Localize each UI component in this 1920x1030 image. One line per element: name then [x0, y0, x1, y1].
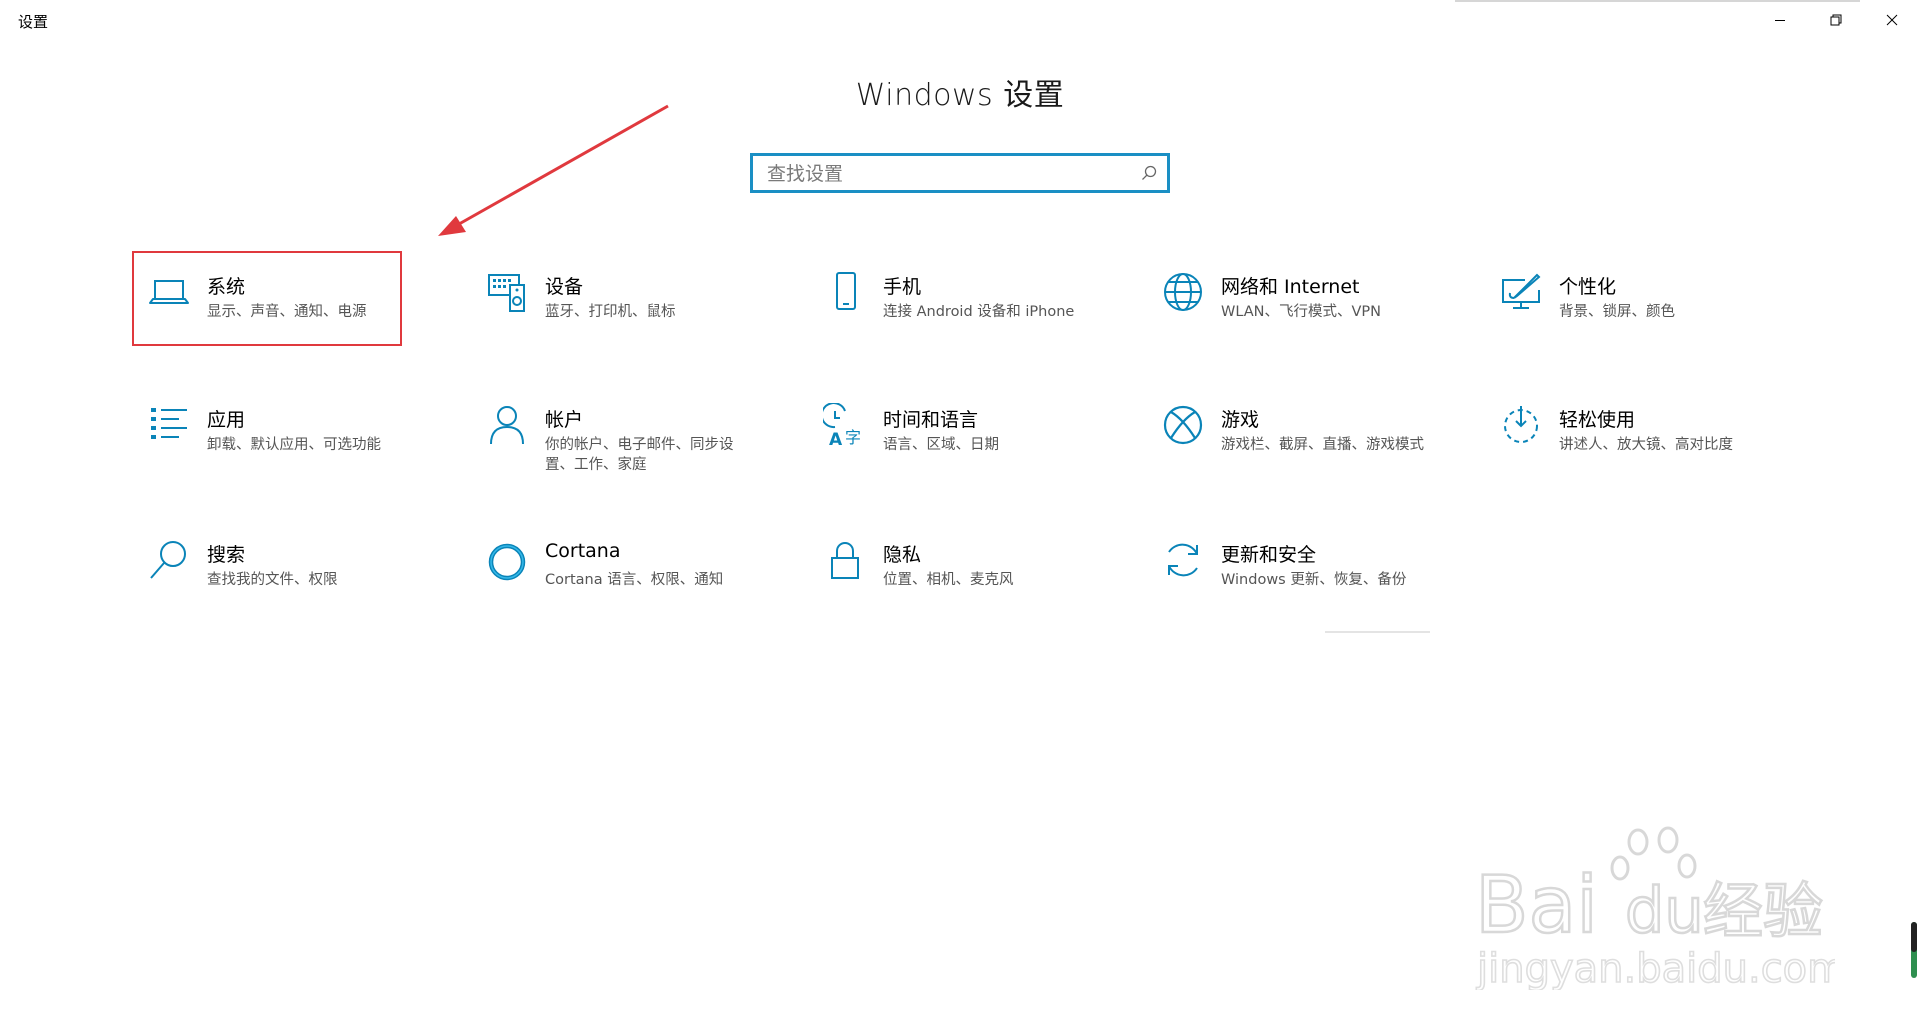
search-icon: [1142, 165, 1157, 180]
tile-title: 个性化: [1559, 276, 1617, 298]
tile-devices[interactable]: 设备 蓝牙、打印机、鼠标: [473, 270, 773, 360]
tile-search[interactable]: 搜索 查找我的文件、权限: [135, 538, 435, 628]
restore-button[interactable]: [1808, 0, 1864, 40]
tile-title: 帐户: [545, 409, 584, 431]
search-icon: [147, 538, 191, 582]
tile-desc: 查找我的文件、权限: [207, 572, 338, 588]
window-title: 设置: [18, 13, 49, 31]
tile-phone[interactable]: 手机 连接 Android 设备和 iPhone: [811, 270, 1111, 360]
highlight-box: [132, 251, 402, 346]
tile-title: 更新和安全: [1221, 544, 1317, 566]
globe-icon: [1161, 270, 1205, 314]
tile-desc: 你的帐户、电子邮件、同步设置、工作、家庭: [545, 437, 734, 473]
tile-apps[interactable]: 应用 卸载、默认应用、可选功能: [135, 403, 435, 493]
tile-personalization[interactable]: 个性化 背景、锁屏、颜色: [1487, 270, 1787, 360]
search-input[interactable]: [765, 159, 1129, 189]
svg-text:Bai: Bai: [1475, 861, 1598, 951]
tile-desc: 连接 Android 设备和 iPhone: [883, 304, 1075, 320]
person-icon: [485, 403, 529, 447]
scrollbar-thumb-top: [1911, 922, 1917, 952]
page-title: Windows 设置: [855, 78, 1065, 113]
tile-title: 时间和语言: [883, 409, 979, 431]
svg-text:jingyan.baidu.com: jingyan.baidu.com: [1476, 946, 1835, 990]
tile-desc: 蓝牙、打印机、鼠标: [545, 304, 676, 320]
tile-title: 隐私: [883, 544, 922, 566]
restore-icon: [1830, 14, 1842, 26]
tile-title: 搜索: [207, 544, 246, 566]
tile-title: 轻松使用: [1559, 409, 1636, 431]
tile-accounts[interactable]: 帐户 你的帐户、电子邮件、同步设置、工作、家庭: [473, 403, 773, 493]
title-bar: 设置: [0, 0, 1920, 40]
tile-title: Cortana: [545, 540, 621, 562]
tile-desc: WLAN、飞行模式、VPN: [1221, 304, 1382, 320]
tile-desc: 背景、锁屏、颜色: [1559, 304, 1675, 320]
update-icon: [1161, 538, 1205, 582]
paint-monitor-icon: [1499, 270, 1543, 314]
tile-title: 网络和 Internet: [1221, 276, 1360, 298]
tile-desc: 语言、区域、日期: [883, 437, 999, 453]
baidu-jingyan-watermark: Bai du 经验 jingyan.baidu.com: [1475, 826, 1835, 990]
tile-title: 游戏: [1221, 409, 1260, 431]
lock-icon: [823, 538, 867, 582]
tile-title: 手机: [883, 276, 922, 298]
keyboard-speaker-icon: [485, 270, 529, 314]
time-language-icon: A字: [823, 403, 867, 447]
tile-desc: 卸载、默认应用、可选功能: [207, 437, 381, 453]
apps-list-icon: [147, 403, 191, 447]
svg-text:A: A: [829, 430, 843, 447]
close-icon: [1886, 14, 1898, 26]
tile-title: 设备: [545, 276, 584, 298]
svg-text:经验: 经验: [1703, 877, 1823, 947]
tile-update-security[interactable]: 更新和安全 Windows 更新、恢复、备份: [1149, 538, 1449, 628]
divider-line: [1325, 631, 1430, 633]
svg-text:字: 字: [845, 428, 861, 447]
tile-network[interactable]: 网络和 Internet WLAN、飞行模式、VPN: [1149, 270, 1449, 360]
tile-cortana[interactable]: Cortana Cortana 语言、权限、通知: [473, 538, 773, 628]
tile-time-language[interactable]: A字 时间和语言 语言、区域、日期: [811, 403, 1111, 493]
tile-desc: 位置、相机、麦克风: [883, 572, 1014, 588]
svg-text:du: du: [1625, 874, 1704, 947]
close-button[interactable]: [1864, 0, 1920, 40]
ease-of-access-icon: [1499, 403, 1543, 447]
minimize-button[interactable]: [1752, 0, 1808, 40]
phone-icon: [823, 270, 867, 314]
tile-ease-of-access[interactable]: 轻松使用 讲述人、放大镜、高对比度: [1487, 403, 1787, 493]
tile-privacy[interactable]: 隐私 位置、相机、麦克风: [811, 538, 1111, 628]
minimize-icon: [1775, 20, 1785, 21]
search-box[interactable]: [750, 153, 1170, 193]
tile-desc: Windows 更新、恢复、备份: [1221, 572, 1407, 588]
tile-desc: 讲述人、放大镜、高对比度: [1559, 437, 1733, 453]
tile-title: 应用: [207, 409, 246, 431]
xbox-icon: [1161, 403, 1205, 447]
cortana-icon: [485, 538, 529, 582]
tile-desc: 游戏栏、截屏、直播、游戏模式: [1221, 437, 1424, 453]
tile-gaming[interactable]: 游戏 游戏栏、截屏、直播、游戏模式: [1149, 403, 1449, 493]
tile-desc: Cortana 语言、权限、通知: [545, 572, 724, 588]
